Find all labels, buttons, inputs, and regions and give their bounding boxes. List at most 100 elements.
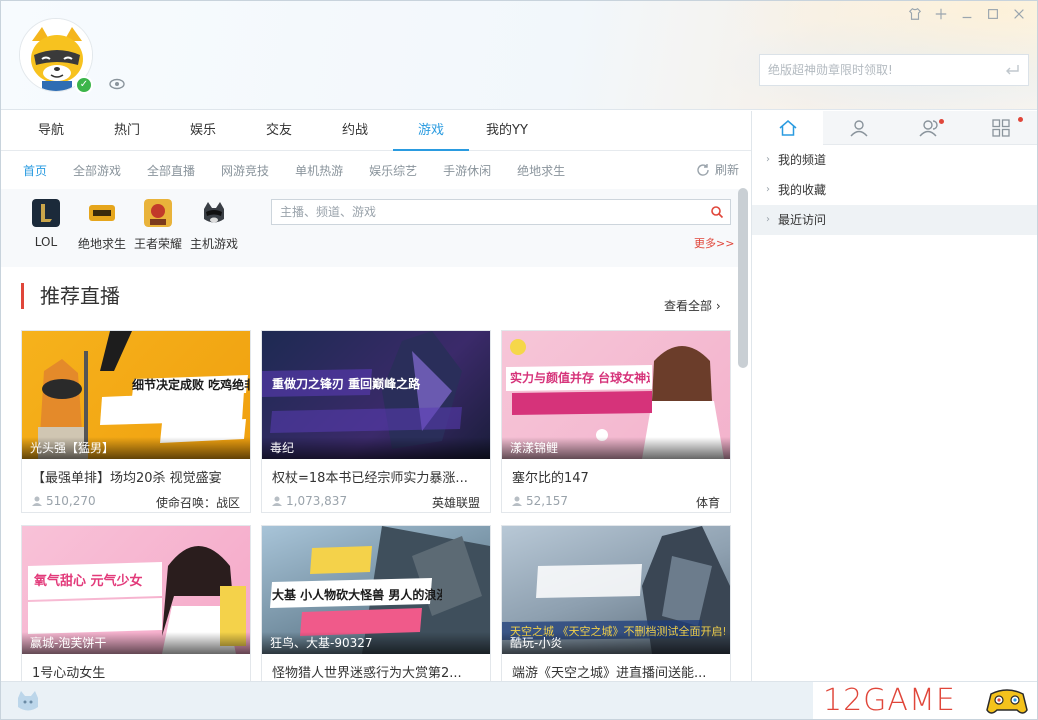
tab-my-yy[interactable]: 我的YY [469, 111, 545, 150]
stream-thumbnail: 天空之城 《天空之城》不删档测试全面开启! 酷玩-小炎 [502, 526, 730, 654]
streamer-name: 毒纪 [262, 437, 490, 459]
tab-nav[interactable]: 导航 [13, 111, 89, 150]
friends-icon [919, 120, 938, 137]
live-card[interactable]: 氧气甜心 元气少女 赢城-泡芙饼干 1号心动女生 [21, 525, 251, 681]
live-card[interactable]: 细节决定成败 吃鸡绝非偶然 光头强 光头强【猛男】 【最强单排】场均20杀 视觉… [21, 330, 251, 513]
tab-match[interactable]: 约战 [317, 111, 393, 150]
eye-icon[interactable] [109, 76, 125, 92]
stream-thumbnail: 大基 小人物砍大怪兽 男人的浪漫 狂鸟、大基-90327 [262, 526, 490, 654]
stream-thumbnail: 细节决定成败 吃鸡绝非偶然 光头强 光头强【猛男】 [22, 331, 250, 459]
stream-title: 端游《天空之城》进直播间送能... [512, 666, 707, 681]
viewer-count: 1,073,837 [286, 494, 348, 508]
thumbnail-caption-art: 细节决定成败 吃鸡绝非偶然 光头强 [132, 378, 250, 392]
enter-icon[interactable] [1003, 61, 1021, 79]
stream-meta: 510,270 使命召唤：战区 [22, 486, 250, 511]
section-header: 推荐直播 查看全部 › [1, 267, 751, 327]
live-card[interactable]: 重做刀之锋刃 重回巅峰之路 毒纪 权杖=18本书已经宗师实力暴涨... 1,07… [261, 330, 491, 513]
side-tab-profile[interactable] [823, 111, 894, 145]
header: ✓ [1, 1, 1037, 110]
viewer-icon [512, 496, 522, 506]
gamepad-logo-icon [986, 689, 1028, 714]
see-all-link[interactable]: 查看全部 › [664, 297, 721, 314]
game-console[interactable]: 主机游戏 [184, 199, 244, 252]
side-item-recent[interactable]: › 最近访问 [752, 205, 1037, 235]
streamer-name: 酷玩-小炎 [502, 632, 730, 654]
shirt-icon[interactable] [907, 7, 923, 23]
live-card[interactable]: 实力与颜值并存 台球女神迷人解说 漾漾锦鲤 塞尔比的147 52,157 体育 [501, 330, 731, 513]
refresh-button[interactable]: 刷新 [695, 161, 739, 178]
viewer-count: 52,157 [526, 494, 568, 508]
side-item-label: 我的收藏 [778, 183, 827, 197]
thumbnail-caption-art: 重做刀之锋刃 重回巅峰之路 [272, 377, 421, 391]
search-box [271, 199, 731, 225]
close-icon[interactable] [1011, 7, 1027, 23]
stream-category[interactable]: 使命召唤：战区 [156, 494, 240, 511]
side-panel: › 我的频道 › 我的收藏 › 最近访问 [751, 111, 1037, 681]
more-games-link[interactable]: 更多>> [694, 235, 734, 251]
subtab-all-live[interactable]: 全部直播 [143, 162, 199, 179]
tab-hot[interactable]: 热门 [89, 111, 165, 150]
console-raccoon-icon [204, 202, 224, 223]
chevron-right-icon: › [766, 154, 770, 165]
subtab-single-player[interactable]: 单机热游 [291, 162, 347, 179]
live-card[interactable]: 大基 小人物砍大怪兽 男人的浪漫 狂鸟、大基-90327 怪物猎人世界迷惑行为大… [261, 525, 491, 681]
tab-entertainment[interactable]: 娱乐 [165, 111, 241, 150]
viewer-icon [32, 496, 42, 506]
promo-input[interactable] [759, 54, 1029, 86]
refresh-icon [697, 163, 709, 176]
game-label: 主机游戏 [189, 237, 238, 251]
section-title: 推荐直播 [21, 283, 120, 309]
viewer-count: 510,270 [46, 494, 96, 508]
scrollbar-thumb[interactable] [738, 188, 748, 368]
side-tab-apps[interactable] [966, 111, 1037, 145]
game-lol[interactable]: LOL [16, 199, 76, 249]
main-content: 导航 热门 娱乐 交友 约战 游戏 我的YY 首页 全部游戏 全部直播 网游竞技… [1, 111, 751, 681]
subtab-pubg[interactable]: 绝地求生 [513, 162, 569, 179]
stream-title: 1号心动女生 [32, 666, 106, 681]
tab-social[interactable]: 交友 [241, 111, 317, 150]
lol-icon [32, 199, 60, 227]
game-honor-of-kings[interactable]: 王者荣耀 [128, 199, 188, 252]
game-pubg[interactable]: 绝地求生 [72, 199, 132, 252]
side-panel-tabs [752, 111, 1037, 145]
subtab-variety[interactable]: 娱乐综艺 [365, 162, 421, 179]
chevron-right-icon: › [766, 214, 770, 225]
stream-category[interactable]: 英雄联盟 [432, 494, 480, 511]
tab-games[interactable]: 游戏 [393, 111, 469, 151]
game-label: 王者荣耀 [133, 237, 182, 251]
chevron-right-icon: › [766, 184, 770, 195]
subtab-online-competitive[interactable]: 网游竞技 [217, 162, 273, 179]
search-input[interactable] [272, 200, 702, 224]
pin-icon[interactable] [933, 7, 949, 23]
side-item-my-channels[interactable]: › 我的频道 [752, 145, 1037, 175]
game-label: LOL [34, 235, 58, 249]
side-item-label: 最近访问 [778, 213, 827, 227]
app-window: ✓ 导航 [0, 0, 1038, 720]
streamer-name: 漾漾锦鲤 [502, 437, 730, 459]
game-shortcuts: LOL 绝地求生 王者荣耀 主机游戏 主播、频道、游戏 更多>> [1, 189, 739, 267]
stream-title: 怪物猎人世界迷惑行为大赏第2... [272, 666, 462, 681]
side-item-my-favorites[interactable]: › 我的收藏 [752, 175, 1037, 205]
main-tabs: 导航 热门 娱乐 交友 约战 游戏 我的YY [1, 111, 751, 151]
subtab-mobile-casual[interactable]: 手游休闲 [439, 162, 495, 179]
side-tab-home[interactable] [752, 111, 824, 145]
streamer-name: 光头强【猛男】 [22, 437, 250, 459]
side-tab-friends[interactable] [895, 111, 966, 145]
chevron-right-icon: › [715, 299, 721, 313]
thumbnail-caption-art: 实力与颜值并存 台球女神迷人解说 [510, 371, 650, 385]
watermark-text: 12GAME [823, 683, 956, 718]
mascot-small-icon[interactable] [15, 689, 41, 713]
notification-dot [938, 119, 944, 124]
search-icon[interactable] [710, 205, 724, 219]
stream-category[interactable]: 体育 [696, 494, 720, 511]
bottom-bar: 12GAME [1, 681, 1037, 719]
refresh-label: 刷新 [714, 163, 739, 177]
game-label: 绝地求生 [77, 237, 126, 251]
live-card[interactable]: 天空之城 《天空之城》不删档测试全面开启! 酷玩-小炎 端游《天空之城》进直播间… [501, 525, 731, 681]
minimize-icon[interactable] [959, 7, 975, 23]
subtab-home[interactable]: 首页 [19, 162, 51, 179]
pubg-icon [89, 205, 115, 221]
subtab-all-games[interactable]: 全部游戏 [69, 162, 125, 179]
maximize-icon[interactable] [985, 7, 1001, 23]
streamer-name: 狂鸟、大基-90327 [262, 632, 490, 654]
